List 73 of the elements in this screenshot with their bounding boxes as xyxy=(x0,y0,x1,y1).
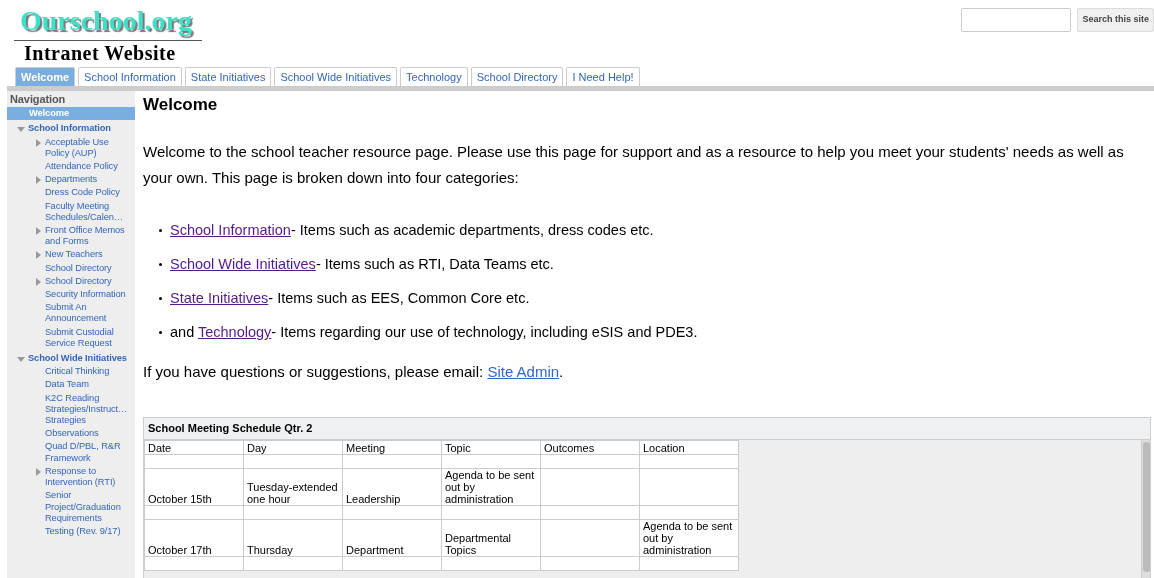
column-header: Topic xyxy=(441,440,541,454)
bullet-icon xyxy=(159,296,162,300)
category-link[interactable]: Technology xyxy=(197,324,272,340)
collapsed-triangle-icon[interactable] xyxy=(34,227,42,236)
nav-item[interactable]: Acceptable Use Policy (AUP) xyxy=(7,135,135,160)
bullet-icon xyxy=(159,228,162,232)
nav-item[interactable]: Data Team xyxy=(7,378,135,392)
nav-item[interactable]: Testing (Rev. 9/17) xyxy=(7,524,135,539)
table-cell: Department xyxy=(342,519,442,556)
collapsed-triangle-icon[interactable] xyxy=(34,176,42,185)
category-item: School Information- Items such as academic departments, dress codes etc. xyxy=(170,221,654,240)
category-link[interactable]: School Information xyxy=(170,222,291,238)
tab[interactable]: School Information xyxy=(78,67,182,86)
nav-item[interactable]: Faculty Meeting Schedules/Calen… xyxy=(7,199,135,225)
nav-item[interactable]: Observations xyxy=(7,427,135,441)
column-header: Date xyxy=(144,440,244,454)
collapsed-triangle-icon[interactable] xyxy=(34,138,42,147)
nav-item[interactable]: Dress Code Policy xyxy=(7,186,135,200)
intro-paragraph: Welcome to the school teacher resource page. Please use this page for support and as a resource to help you meet your students' needs as well as your own. This page is broken down into four categories: xyxy=(143,142,1125,188)
nav-item[interactable]: Critical Thinking xyxy=(7,365,135,379)
nav-item[interactable]: Submit Custodial Service Request xyxy=(7,325,135,351)
search-button[interactable]: Search this site xyxy=(1077,8,1154,32)
table-cell: Agenda to be sent out by administration xyxy=(639,519,739,556)
table-cell: Thursday xyxy=(243,519,343,556)
bullet-icon xyxy=(159,330,162,334)
collapsed-triangle-icon[interactable] xyxy=(34,467,42,476)
tab[interactable]: School Wide Initiatives xyxy=(274,67,398,86)
admin-link[interactable]: Site Admin xyxy=(487,363,560,380)
scrollbar[interactable] xyxy=(1141,439,1150,578)
table-cell: October 17th xyxy=(144,519,244,556)
nav-item[interactable]: New Teachers xyxy=(7,248,135,262)
nav-item[interactable]: School Directory xyxy=(7,261,135,275)
category-item: State Initiatives- Items such as EES, Common Core etc. xyxy=(170,289,530,308)
tab[interactable]: Technology xyxy=(400,67,468,86)
contact-text: If you have questions or suggestions, please email: Site Admin. xyxy=(143,362,565,382)
nav-item[interactable]: Senior Project/Graduation Requirements xyxy=(7,489,135,525)
nav-item[interactable]: Departments xyxy=(7,173,135,187)
nav-item[interactable]: School Information xyxy=(7,122,135,136)
sidebar-title: Navigation xyxy=(9,92,67,107)
category-item: School Wide Initiatives- Items such as RTI, Data Teams etc. xyxy=(170,255,554,274)
nav-item[interactable]: Front Office Memos and Forms xyxy=(7,224,135,249)
table-cell: October 15th xyxy=(144,468,244,505)
category-link[interactable]: State Initiatives xyxy=(170,290,269,306)
expanded-triangle-icon[interactable] xyxy=(17,125,25,134)
column-header: Meeting xyxy=(342,440,442,454)
table-cell: Leadership xyxy=(342,468,442,505)
nav-item[interactable]: Submit An Announcement xyxy=(7,301,135,326)
column-header: Day xyxy=(243,440,343,454)
table-cell: Tuesday-extended one hour xyxy=(243,468,343,505)
bullet-icon xyxy=(159,262,162,266)
tab[interactable]: School Directory xyxy=(470,67,564,86)
column-header: Outcomes xyxy=(540,440,640,454)
collapsed-triangle-icon[interactable] xyxy=(34,277,42,286)
search-field[interactable] xyxy=(961,8,1072,32)
nav-item[interactable]: Security Information xyxy=(7,288,135,302)
collapsed-triangle-icon[interactable] xyxy=(34,251,42,260)
nav-item[interactable]: K2C Reading Strategies/Instruct… Strategies xyxy=(7,391,135,428)
expanded-triangle-icon[interactable] xyxy=(17,355,25,364)
nav-item[interactable]: Response to Intervention (RTI) xyxy=(7,464,135,490)
page-title: Welcome xyxy=(143,95,219,115)
site-subtitle: Intranet Website xyxy=(24,42,176,64)
nav-item[interactable]: Quad D/PBL, R&R Framework xyxy=(7,440,135,465)
column-header: Location xyxy=(639,440,739,454)
table-title: School Meeting Schedule Qtr. 2 xyxy=(144,418,1150,440)
nav-item[interactable]: School Wide Initiatives xyxy=(7,352,135,366)
category-link[interactable]: School Wide Initiatives xyxy=(170,256,316,272)
table-cell: Agenda to be sent out by administration xyxy=(441,468,541,505)
nav-item[interactable]: School Directory xyxy=(7,274,135,289)
category-item: and Technology- Items regarding our use of technology, including eSIS and PDE3. xyxy=(170,323,698,342)
tab[interactable]: State Initiatives xyxy=(184,67,272,86)
nav-item[interactable]: Attendance Policy xyxy=(7,160,135,174)
tab[interactable]: I Need Help! xyxy=(566,67,640,86)
table-cell: Departmental Topics xyxy=(441,519,541,556)
